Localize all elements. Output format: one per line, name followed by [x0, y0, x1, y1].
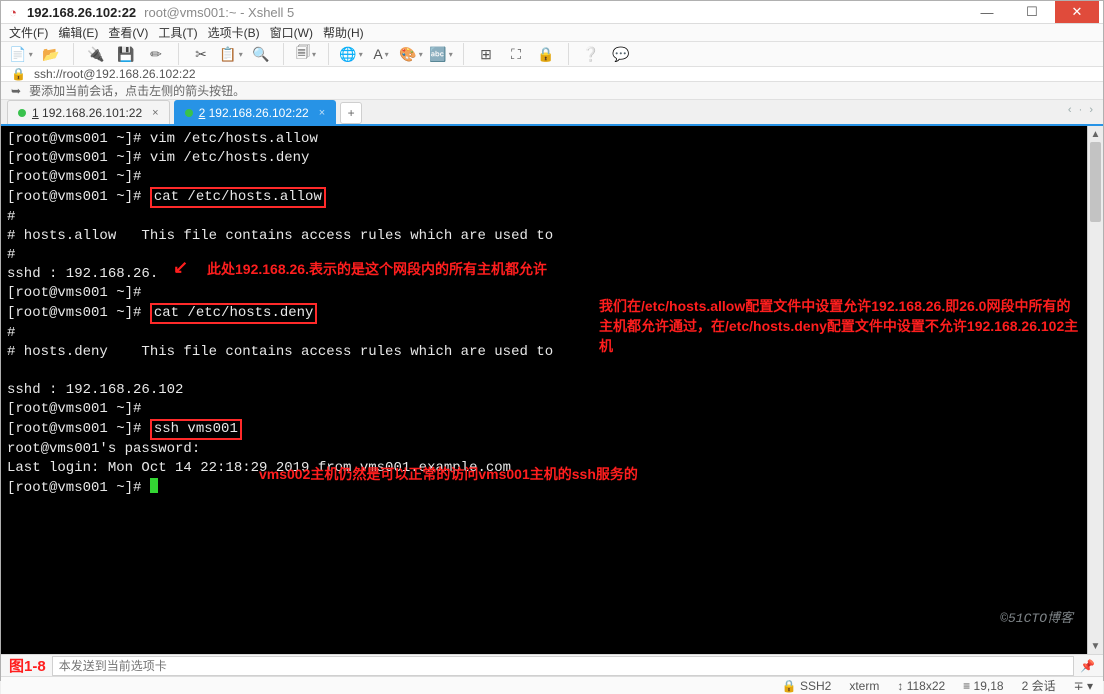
scroll-thumb[interactable]: [1090, 142, 1101, 222]
term-line: # hosts.deny This file contains access r…: [7, 344, 553, 360]
scroll-down-icon[interactable]: ▼: [1091, 638, 1101, 654]
properties-icon[interactable]: ✏: [144, 42, 168, 66]
term-line: [root@vms001 ~]# vim /etc/hosts.allow: [7, 131, 318, 147]
session-tabs: 1 192.168.26.101:22 × 2 192.168.26.102:2…: [1, 100, 1103, 126]
term-line: sshd : 192.168.26.102: [7, 382, 183, 398]
cut-icon[interactable]: ✂: [189, 42, 213, 66]
tab-label: 192.168.26.101:22: [42, 106, 142, 120]
menu-tools[interactable]: 工具(T): [158, 24, 197, 41]
term-line: [root@vms001 ~]# vim /etc/hosts.deny: [7, 150, 309, 166]
status-dot-icon: [185, 109, 193, 117]
status-bar: 🔒 SSH2 xterm ↕ 118x22 ≡ 19,18 2 会话 ∓ ▾: [1, 676, 1103, 694]
address-bar: 🔒: [1, 67, 1103, 82]
separator: [463, 43, 464, 65]
annotation-ssh-works: vms002主机仍然是可以正常的访问vms001主机的ssh服务的: [259, 464, 638, 484]
app-icon: ◔: [5, 4, 21, 20]
term-line: #: [7, 209, 15, 225]
separator: [568, 43, 569, 65]
tab-close-icon[interactable]: ×: [152, 107, 158, 119]
font-icon[interactable]: A: [369, 42, 393, 66]
new-session-icon[interactable]: 📄: [9, 42, 33, 66]
term-line: [root@vms001 ~]#: [7, 421, 150, 437]
tab-session-1[interactable]: 1 192.168.26.101:22 ×: [7, 100, 170, 124]
reconnect-icon[interactable]: 🔌: [84, 42, 108, 66]
tab-hotkey: 1: [32, 106, 39, 120]
terminal-scrollbar[interactable]: ▲ ▼: [1087, 126, 1103, 654]
separator: [328, 43, 329, 65]
help-icon[interactable]: ❔: [579, 42, 603, 66]
compose-input[interactable]: [52, 656, 1074, 676]
minimize-button[interactable]: —: [965, 1, 1009, 23]
layout-icon[interactable]: ⊞: [474, 42, 498, 66]
menu-edit[interactable]: 编辑(E): [58, 24, 98, 41]
term-line: [root@vms001 ~]#: [7, 285, 141, 301]
titlebar: ◔ 192.168.26.102:22 root@vms001:~ - Xshe…: [1, 1, 1103, 24]
term-line: #: [7, 325, 15, 341]
term-line: [root@vms001 ~]#: [7, 401, 141, 417]
hint-bar: ➥ 要添加当前会话，点击左侧的箭头按钮。: [1, 82, 1103, 100]
annotation-allow-network: 此处192.168.26.表示的是这个网段内的所有主机都允许: [207, 259, 547, 279]
tab-label: 192.168.26.102:22: [209, 106, 309, 120]
highlight-ssh: ssh vms001: [150, 419, 242, 440]
tab-hotkey: 2: [199, 106, 206, 120]
window-title-host: 192.168.26.102:22: [27, 5, 136, 20]
menu-file[interactable]: 文件(F): [9, 24, 48, 41]
compose-row: 图1-8 📌: [1, 654, 1103, 676]
term-line: [root@vms001 ~]#: [7, 480, 150, 496]
window-title-app: root@vms001:~ - Xshell 5: [144, 5, 294, 20]
address-input[interactable]: [34, 67, 1093, 81]
hint-arrow-icon[interactable]: ➥: [11, 84, 21, 98]
menubar: 文件(F) 编辑(E) 查看(V) 工具(T) 选项卡(B) 窗口(W) 帮助(…: [1, 24, 1103, 42]
status-session-count: 2 会话: [1022, 677, 1056, 694]
annotation-arrow-icon: ↙: [173, 260, 188, 279]
save-icon[interactable]: 💾: [114, 42, 138, 66]
term-line: [root@vms001 ~]#: [7, 169, 141, 185]
term-line: # hosts.allow This file contains access …: [7, 228, 553, 244]
scroll-track[interactable]: [1088, 142, 1103, 638]
globe-icon[interactable]: 🌐: [339, 42, 363, 66]
menu-view[interactable]: 查看(V): [108, 24, 148, 41]
color-scheme-icon[interactable]: 🎨: [399, 42, 423, 66]
tab-session-2[interactable]: 2 192.168.26.102:22 ×: [174, 100, 337, 124]
figure-label: 图1-8: [9, 655, 46, 676]
fullscreen-icon[interactable]: ⛶: [504, 42, 528, 66]
maximize-button[interactable]: ☐: [1010, 1, 1054, 23]
term-line: [root@vms001 ~]#: [7, 305, 150, 321]
status-dot-icon: [18, 109, 26, 117]
tab-scroll-indicator[interactable]: ‹ · ›: [1068, 104, 1095, 116]
term-line: sshd : 192.168.26.: [7, 266, 158, 282]
feedback-icon[interactable]: 💬: [609, 42, 633, 66]
close-button[interactable]: ✕: [1055, 1, 1099, 23]
paste-icon[interactable]: 📋: [219, 42, 243, 66]
menu-window[interactable]: 窗口(W): [270, 24, 313, 41]
annotation-explanation: 我们在/etc/hosts.allow配置文件中设置允许192.168.26.即…: [599, 296, 1079, 356]
find-icon[interactable]: 🔍: [249, 42, 273, 66]
pin-icon[interactable]: 📌: [1080, 659, 1095, 673]
cursor: [150, 478, 158, 493]
separator: [178, 43, 179, 65]
open-icon[interactable]: 📂: [39, 42, 63, 66]
separator: [283, 43, 284, 65]
encoding-icon[interactable]: 🔤: [429, 42, 453, 66]
separator: [73, 43, 74, 65]
menu-help[interactable]: 帮助(H): [323, 24, 364, 41]
term-line: root@vms001's password:: [7, 441, 200, 457]
terminal[interactable]: [root@vms001 ~]# vim /etc/hosts.allow [r…: [1, 126, 1087, 654]
scroll-up-icon[interactable]: ▲: [1091, 126, 1101, 142]
term-line: #: [7, 247, 15, 263]
highlight-cat-deny: cat /etc/hosts.deny: [150, 303, 318, 324]
hint-text: 要添加当前会话，点击左侧的箭头按钮。: [29, 82, 245, 99]
tab-close-icon[interactable]: ×: [319, 107, 325, 119]
term-line: [root@vms001 ~]#: [7, 189, 150, 205]
toolbar: 📄 📂 🔌 💾 ✏ ✂ 📋 🔍 🗐 🌐 A 🎨 🔤 ⊞ ⛶ 🔒 ❔ 💬: [1, 42, 1103, 67]
add-tab-button[interactable]: +: [340, 102, 362, 124]
watermark: ©51CTO博客: [1000, 609, 1073, 628]
terminal-wrap: [root@vms001 ~]# vim /etc/hosts.allow [r…: [1, 126, 1103, 654]
print-icon[interactable]: 🗐: [294, 42, 318, 66]
lock-icon[interactable]: 🔒: [534, 42, 558, 66]
menu-tabs[interactable]: 选项卡(B): [208, 24, 260, 41]
address-lock-icon: 🔒: [11, 67, 26, 81]
highlight-cat-allow: cat /etc/hosts.allow: [150, 187, 326, 208]
